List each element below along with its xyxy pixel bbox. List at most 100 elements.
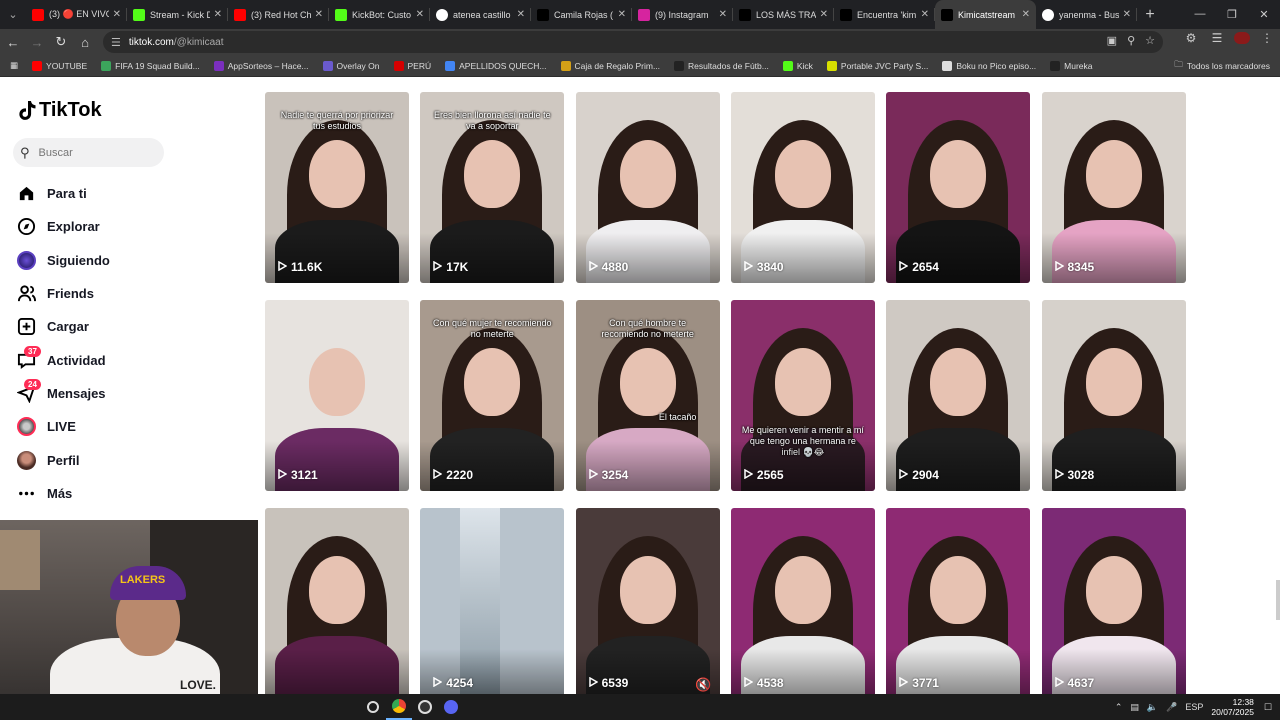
close-window-icon[interactable]: ✕ <box>1248 8 1280 21</box>
restore-icon[interactable]: ❐ <box>1216 8 1248 21</box>
reload-icon[interactable]: ↻ <box>50 31 72 53</box>
tab-title: Camila Rojas ( <box>554 9 614 20</box>
tab-close-icon[interactable]: ✕ <box>618 9 626 20</box>
video-card[interactable]: Nadie te querrá por priorizar tus estudi… <box>265 92 409 283</box>
apps-grid-icon[interactable]: ▦ <box>10 60 18 71</box>
new-tab-button[interactable]: + <box>1137 6 1163 24</box>
bookmark-item[interactable]: Mureka <box>1050 60 1093 71</box>
bookmark-item[interactable]: Kick <box>782 60 813 71</box>
address-bar[interactable]: ☰ tiktok.com/@kimicaat ▣ ⚲ ☆ <box>103 31 1163 53</box>
site-info-icon[interactable]: ☰ <box>111 36 121 49</box>
tiktok-logo[interactable]: TikTok <box>17 99 102 122</box>
page-scrollbar[interactable] <box>1276 580 1280 620</box>
tab-3[interactable]: KickBot: Custo ✕ <box>329 0 430 29</box>
tab-close-icon[interactable]: ✕ <box>214 9 222 20</box>
mic-icon[interactable]: 🎤 <box>1166 702 1177 713</box>
tab-close-icon[interactable]: ✕ <box>1022 9 1030 20</box>
video-card[interactable]: 4254 <box>420 508 565 699</box>
nav-item-cargar[interactable]: Cargar <box>17 310 237 343</box>
video-card[interactable]: 3840 <box>730 92 875 283</box>
bookmark-item[interactable]: YOUTUBE <box>32 60 87 71</box>
bookmark-item[interactable]: Overlay On <box>322 60 380 71</box>
video-card[interactable]: 4637 <box>1041 508 1186 699</box>
forward-icon[interactable]: → <box>26 31 48 53</box>
tab-2[interactable]: (3) Red Hot Chi ✕ <box>228 0 329 29</box>
home-browser-icon[interactable]: ⌂ <box>74 31 96 53</box>
bookmark-item[interactable]: Boku no Pico episo... <box>942 60 1036 71</box>
nav-item-friends[interactable]: Friends <box>17 277 237 310</box>
nav-item-parati[interactable]: Para ti <box>17 177 237 210</box>
search-input[interactable] <box>38 146 149 159</box>
video-card[interactable]: 8345 <box>1041 92 1186 283</box>
nav-item-perfil[interactable]: Perfil <box>17 443 237 476</box>
tab-8[interactable]: Encuentra 'kim ✕ <box>834 0 935 29</box>
all-bookmarks-folder[interactable]: 🗀 Todos los marcadores <box>1174 59 1270 73</box>
tab-0[interactable]: (3) 🔴 EN VIVO ✕ <box>26 0 127 29</box>
tab-close-icon[interactable]: ✕ <box>921 9 929 20</box>
mute-icon[interactable]: 🔇 <box>695 677 711 693</box>
nav-item-live[interactable]: LIVE <box>17 410 237 443</box>
profile-icon[interactable] <box>1234 32 1250 44</box>
volume-icon[interactable]: 🔈 <box>1147 702 1158 713</box>
tab-9[interactable]: Kimicatstream ✕ <box>935 0 1036 29</box>
install-app-icon[interactable]: ▣ <box>1107 34 1117 47</box>
tab-1[interactable]: Stream - Kick D ✕ <box>127 0 228 29</box>
tab-6[interactable]: (9) Instagram ✕ <box>632 0 733 29</box>
tab-close-icon[interactable]: ✕ <box>719 9 727 20</box>
nav-item-explorar[interactable]: Explorar <box>17 210 237 243</box>
minimize-icon[interactable]: — <box>1184 8 1216 21</box>
media-icon[interactable]: ☰ <box>1208 31 1226 45</box>
back-icon[interactable]: ← <box>2 31 24 53</box>
notifications-icon[interactable]: ☐ <box>1264 702 1272 713</box>
search-box[interactable]: ⚲ <box>13 138 164 167</box>
bookmark-star-icon[interactable]: ☆ <box>1145 34 1155 47</box>
tab-4[interactable]: atenea castillo ✕ <box>430 0 531 29</box>
video-card[interactable]: 4880 <box>575 92 720 283</box>
nav-item-mensajes[interactable]: 24 Mensajes <box>17 377 237 410</box>
tab-search-icon[interactable]: ⌄ <box>0 0 26 29</box>
video-card[interactable]: Con qué hombre te recomiendo no meterte E… <box>575 300 720 491</box>
video-card[interactable]: 6539 🔇 <box>575 508 720 699</box>
video-card[interactable]: 3771 <box>886 508 1031 699</box>
url-text[interactable]: tiktok.com/@kimicaat <box>129 37 224 48</box>
bookmark-item[interactable]: APELLIDOS QUECH... <box>445 60 547 71</box>
video-card[interactable]: 3121 <box>265 300 409 491</box>
tab-10[interactable]: yanenma - Bus ✕ <box>1036 0 1137 29</box>
tab-close-icon[interactable]: ✕ <box>315 9 323 20</box>
video-card[interactable]: Me quieren venir a mentir a mí que tengo… <box>730 300 875 491</box>
video-card[interactable]: 2654 <box>886 92 1031 283</box>
nav-item-ms[interactable]: Más <box>17 477 237 510</box>
menu-icon[interactable]: ⋮ <box>1258 31 1276 45</box>
clock[interactable]: 12:38 20/07/2025 <box>1211 697 1254 717</box>
video-card[interactable]: 3028 <box>1041 300 1186 491</box>
zoom-icon[interactable]: ⚲ <box>1127 34 1135 47</box>
tab-close-icon[interactable]: ✕ <box>1123 9 1131 20</box>
video-card[interactable]: Eres bien llorona así nadie te va a sopo… <box>420 92 565 283</box>
taskbar-app-icon[interactable] <box>360 694 386 720</box>
tab-close-icon[interactable]: ✕ <box>416 9 424 20</box>
tab-7[interactable]: LOS MÁS TRAV ✕ <box>733 0 834 29</box>
bookmark-item[interactable]: AppSorteos – Hace... <box>213 60 309 71</box>
video-card[interactable] <box>265 508 409 699</box>
tab-5[interactable]: Camila Rojas ( ✕ <box>531 0 632 29</box>
video-card[interactable]: 2904 <box>886 300 1031 491</box>
lang-indicator[interactable]: ESP <box>1185 702 1203 712</box>
video-card[interactable]: 4538 <box>730 508 875 699</box>
tab-close-icon[interactable]: ✕ <box>113 9 121 20</box>
network-icon[interactable]: ▤ <box>1130 702 1139 713</box>
tray-show-hidden-icon[interactable]: ⌃ <box>1115 702 1123 713</box>
discord-taskbar-icon[interactable] <box>438 694 464 720</box>
chrome-taskbar-icon[interactable] <box>386 694 412 720</box>
extensions-icon[interactable]: ⚙ <box>1182 31 1200 45</box>
tab-close-icon[interactable]: ✕ <box>517 9 525 20</box>
bookmark-item[interactable]: Portable JVC Party S... <box>826 60 928 71</box>
nav-item-actividad[interactable]: 37 Actividad <box>17 343 237 376</box>
bookmark-item[interactable]: Resultados de Fútb... <box>674 60 769 71</box>
bookmark-item[interactable]: FIFA 19 Squad Build... <box>101 60 200 71</box>
obs-taskbar-icon[interactable] <box>412 694 438 720</box>
tab-close-icon[interactable]: ✕ <box>820 9 828 20</box>
video-card[interactable]: Con qué mujer te recomiendo no meterte 22… <box>420 300 565 491</box>
bookmark-item[interactable]: PERÚ <box>393 60 431 71</box>
nav-item-siguiendo[interactable]: Siguiendo <box>17 244 237 277</box>
bookmark-item[interactable]: Caja de Regalo Prim... <box>560 60 660 71</box>
